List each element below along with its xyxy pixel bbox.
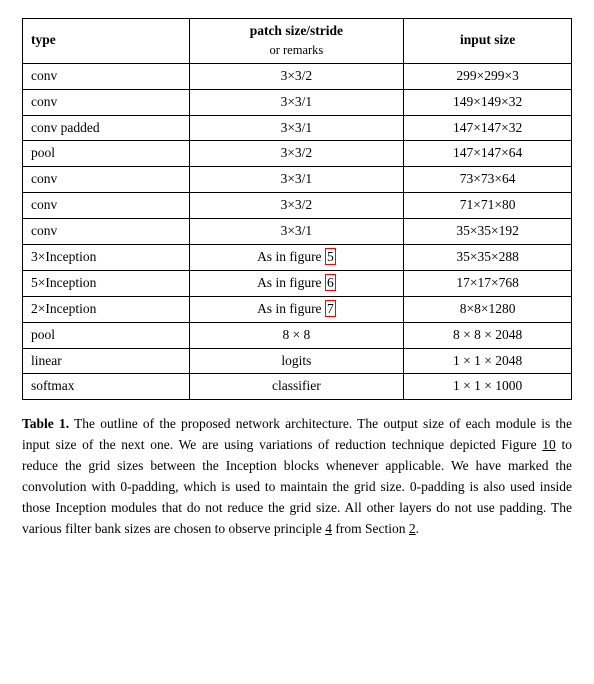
row-patch: As in figure 6 [189,270,404,296]
row-type: 3×Inception [23,245,190,271]
row-input: 149×149×32 [404,89,572,115]
row-input: 147×147×64 [404,141,572,167]
row-patch: 8 × 8 [189,322,404,348]
row-patch: 3×3/1 [189,89,404,115]
row-type: conv [23,167,190,193]
figure-ref: 5 [325,248,336,265]
caption-text4: . [416,521,419,536]
caption-ref2: 2 [409,521,416,536]
row-patch: 3×3/2 [189,141,404,167]
row-input: 35×35×288 [404,245,572,271]
row-patch: 3×3/2 [189,63,404,89]
row-input: 8 × 8 × 2048 [404,322,572,348]
row-type: conv [23,193,190,219]
col-type-header: type [23,19,190,64]
table-caption: Table 1. The outline of the proposed net… [22,414,572,540]
row-input: 8×8×1280 [404,296,572,322]
row-input: 35×35×192 [404,219,572,245]
caption-text3: from Section [332,521,409,536]
row-patch: As in figure 5 [189,245,404,271]
table-row: conv padded3×3/1147×147×32 [23,115,572,141]
row-patch: logits [189,348,404,374]
caption-text1: The outline of the proposed network arch… [22,416,572,452]
row-type: pool [23,141,190,167]
row-type: pool [23,322,190,348]
table-row: conv3×3/271×71×80 [23,193,572,219]
row-input: 71×71×80 [404,193,572,219]
table-row: pool3×3/2147×147×64 [23,141,572,167]
table-row: conv3×3/135×35×192 [23,219,572,245]
row-input: 299×299×3 [404,63,572,89]
table-row: linearlogits1 × 1 × 2048 [23,348,572,374]
table-row: softmaxclassifier1 × 1 × 1000 [23,374,572,400]
table-row: conv3×3/1149×149×32 [23,89,572,115]
caption-label: Table 1. [22,416,69,431]
row-type: 5×Inception [23,270,190,296]
row-input: 1 × 1 × 1000 [404,374,572,400]
row-input: 1 × 1 × 2048 [404,348,572,374]
patch-header-sub: or remarks [269,43,323,57]
table-row: conv3×3/2299×299×3 [23,63,572,89]
row-patch: 3×3/1 [189,167,404,193]
table-row: 3×InceptionAs in figure 535×35×288 [23,245,572,271]
caption-ref10: 10 [542,437,556,452]
row-type: conv padded [23,115,190,141]
table-row: pool8 × 88 × 8 × 2048 [23,322,572,348]
row-type: 2×Inception [23,296,190,322]
table-row: conv3×3/173×73×64 [23,167,572,193]
col-patch-header: patch size/stride or remarks [189,19,404,64]
row-type: softmax [23,374,190,400]
row-type: linear [23,348,190,374]
row-type: conv [23,219,190,245]
figure-ref: 7 [325,300,336,317]
row-input: 17×17×768 [404,270,572,296]
row-type: conv [23,89,190,115]
row-input: 73×73×64 [404,167,572,193]
row-type: conv [23,63,190,89]
row-input: 147×147×32 [404,115,572,141]
patch-header-main: patch size/stride [250,23,343,38]
row-patch: classifier [189,374,404,400]
table-row: 5×InceptionAs in figure 617×17×768 [23,270,572,296]
architecture-table: type patch size/stride or remarks input … [22,18,572,400]
row-patch: 3×3/1 [189,115,404,141]
row-patch: 3×3/1 [189,219,404,245]
table-row: 2×InceptionAs in figure 78×8×1280 [23,296,572,322]
row-patch: As in figure 7 [189,296,404,322]
row-patch: 3×3/2 [189,193,404,219]
figure-ref: 6 [325,274,336,291]
col-input-header: input size [404,19,572,64]
